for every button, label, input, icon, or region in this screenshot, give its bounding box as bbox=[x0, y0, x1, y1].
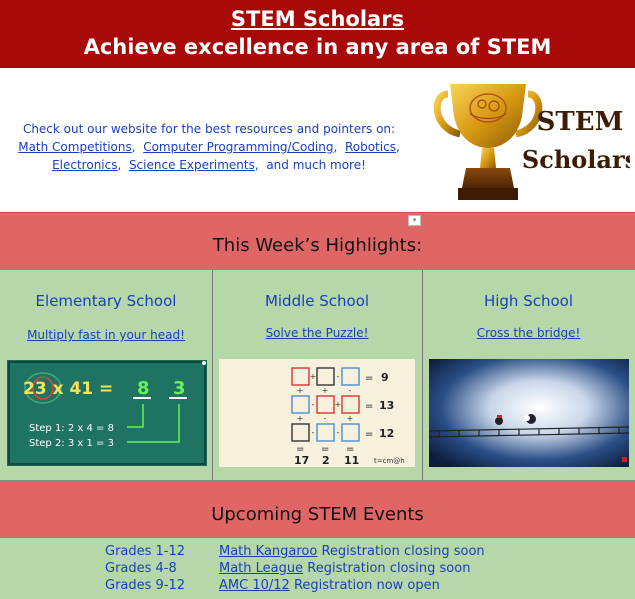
heading-high: High School bbox=[483, 292, 574, 310]
svg-text:-: - bbox=[312, 400, 315, 409]
site-title[interactable]: STEM Scholars bbox=[0, 6, 635, 32]
event-status: Registration closing soon bbox=[307, 561, 471, 576]
highlights-title: This Week’s Highlights: bbox=[212, 235, 423, 256]
intro-text: Check out our website for the best resou… bbox=[18, 122, 400, 172]
svg-text:+: + bbox=[297, 386, 304, 395]
svg-text:+: + bbox=[347, 414, 354, 423]
events-list: Grades 1-12 Math Kangaroo Registration c… bbox=[0, 538, 635, 599]
link-multiply-fast[interactable]: Multiply fast in your head! bbox=[27, 328, 185, 342]
puzzle-brand: t=cm@h bbox=[374, 457, 405, 465]
puzzle-row-result-2: 13 bbox=[379, 399, 394, 412]
bridge-image[interactable] bbox=[429, 359, 629, 467]
puzzle-row-result-1: 9 bbox=[381, 371, 389, 384]
event-grades: Grades 9-12 bbox=[105, 578, 186, 593]
logo-line2: Scholars bbox=[522, 145, 630, 174]
mult-digit1: 8 bbox=[137, 378, 150, 399]
column-high: High School Cross the bridge! bbox=[422, 270, 635, 480]
svg-text:+: + bbox=[297, 414, 304, 423]
link-robotics[interactable]: Robotics bbox=[345, 140, 396, 154]
svg-text:-: - bbox=[337, 428, 340, 437]
svg-text:+: + bbox=[335, 400, 342, 409]
mult-step1: Step 1: 2 x 4 = 8 bbox=[29, 423, 114, 434]
column-middle: Middle School Solve the Puzzle! + - - + … bbox=[212, 270, 423, 480]
event-grades: Grades 4-8 bbox=[105, 561, 177, 576]
trophy-icon: STEM Scholars bbox=[433, 84, 635, 200]
svg-text:=: = bbox=[365, 429, 373, 440]
events-title: Upcoming STEM Events bbox=[211, 504, 424, 525]
column-elementary: Elementary School Multiply fast in your … bbox=[0, 270, 213, 480]
svg-text:=: = bbox=[365, 401, 373, 412]
svg-text:-: - bbox=[337, 372, 340, 381]
highlights-columns: Elementary School Multiply fast in your … bbox=[0, 270, 635, 480]
multiplication-image[interactable]: 23 x 41 = 8 3 Step 1: 2 x 4 = 8 Step 2: … bbox=[7, 360, 207, 466]
event-status: Registration now open bbox=[293, 578, 440, 593]
event-grades: Grades 1-12 bbox=[105, 544, 186, 559]
intro-lead: Check out our website for the best resou… bbox=[22, 122, 396, 136]
site-header: STEM Scholars Achieve excellence in any … bbox=[0, 0, 635, 68]
heading-elementary: Elementary School bbox=[35, 292, 177, 310]
event-link-math-league[interactable]: Math League bbox=[219, 561, 303, 576]
link-programming[interactable]: Computer Programming/Coding bbox=[143, 140, 333, 154]
highlights-band: ▾ This Week’s Highlights: bbox=[0, 212, 635, 271]
svg-text:=: = bbox=[365, 373, 373, 384]
puzzle-col-result-2: 2 bbox=[322, 454, 330, 467]
intro-tail: and much more! bbox=[266, 158, 366, 172]
mult-digit2: 3 bbox=[173, 378, 186, 399]
mult-equation: 23 x 41 = bbox=[23, 379, 113, 399]
mult-step2: Step 2: 3 x 1 = 3 bbox=[29, 438, 114, 449]
link-science-experiments[interactable]: Science Experiments bbox=[129, 158, 255, 172]
svg-text:+: + bbox=[322, 386, 329, 395]
svg-text:-: - bbox=[349, 386, 352, 395]
collapse-icon[interactable]: ▾ bbox=[408, 215, 421, 226]
link-cross-bridge[interactable]: Cross the bridge! bbox=[477, 326, 581, 340]
svg-text:-: - bbox=[324, 414, 327, 423]
event-link-amc[interactable]: AMC 10/12 bbox=[219, 578, 290, 593]
svg-text:-: - bbox=[312, 428, 315, 437]
event-status: Registration closing soon bbox=[321, 544, 485, 559]
svg-text:+: + bbox=[310, 372, 317, 381]
link-math-competitions[interactable]: Math Competitions bbox=[18, 140, 132, 154]
link-electronics[interactable]: Electronics bbox=[52, 158, 117, 172]
event-link-math-kangaroo[interactable]: Math Kangaroo bbox=[219, 544, 317, 559]
intro-section: Check out our website for the best resou… bbox=[0, 68, 635, 213]
puzzle-image[interactable]: + - - + -- + + - + - + = = = = = = 9 13 12 17 bbox=[219, 359, 415, 467]
stem-scholars-logo: STEM Scholars bbox=[430, 76, 635, 204]
link-solve-puzzle[interactable]: Solve the Puzzle! bbox=[266, 326, 369, 340]
events-band: Upcoming STEM Events bbox=[0, 480, 635, 539]
puzzle-col-result-1: 17 bbox=[294, 454, 309, 467]
logo-line1: STEM bbox=[537, 107, 624, 137]
site-subtitle: Achieve excellence in any area of STEM bbox=[83, 35, 552, 59]
heading-middle: Middle School bbox=[264, 292, 370, 310]
puzzle-row-result-3: 12 bbox=[379, 427, 394, 440]
puzzle-col-result-3: 11 bbox=[344, 454, 359, 467]
